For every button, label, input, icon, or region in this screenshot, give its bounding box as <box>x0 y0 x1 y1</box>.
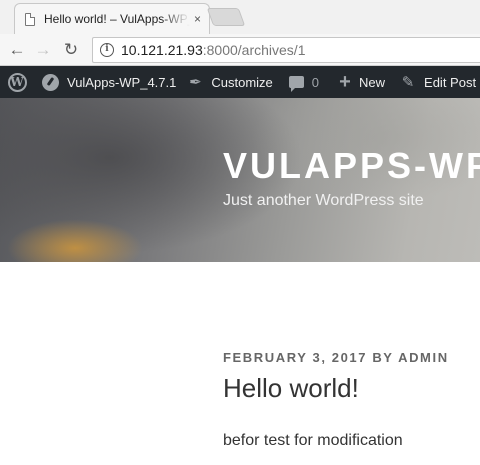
back-arrow-icon[interactable]: ← <box>7 40 27 60</box>
site-title[interactable]: VULAPPS-WP_4.7.1 <box>223 146 480 186</box>
close-tab-icon[interactable]: × <box>194 12 201 26</box>
page-icon <box>25 12 35 26</box>
post-by: BY <box>372 350 394 365</box>
new-label: New <box>359 74 386 90</box>
post-content: befor test for modification <box>223 432 403 449</box>
site-header: VULAPPS-WP_4.7.1 Just another WordPress … <box>0 98 480 262</box>
site-name-label: VulApps-WP_4.7.1 <box>67 74 177 90</box>
wordpress-logo-icon: W <box>7 72 27 92</box>
site-tagline: Just another WordPress site <box>223 192 424 209</box>
post-date[interactable]: FEBRUARY 3, 2017 <box>223 350 367 365</box>
dashboard-icon <box>42 73 59 91</box>
edit-post-label: Edit Post <box>424 74 477 90</box>
plus-icon: + <box>339 70 351 93</box>
url-text[interactable]: 10.121.21.93:8000/archives/1 <box>121 42 305 58</box>
comments-count: 0 <box>311 74 320 90</box>
new-content-menu[interactable]: + New <box>336 66 399 98</box>
url-host: 10.121.21.93 <box>121 42 203 58</box>
wp-logo-menu[interactable]: W <box>0 66 34 98</box>
comment-bubble-icon <box>288 76 304 92</box>
info-icon[interactable]: i <box>100 43 114 57</box>
tab-title: Hello world! – VulApps-WP_4.7.1 <box>44 12 190 26</box>
browser-tab[interactable]: Hello world! – VulApps-WP_4.7.1 × <box>14 3 210 34</box>
customize-label: Customize <box>211 74 273 90</box>
customize-link[interactable]: ✒ Customize <box>186 66 288 98</box>
post-author[interactable]: ADMIN <box>398 350 449 365</box>
post-title: Hello world! <box>223 373 359 403</box>
wp-admin-bar: W VulApps-WP_4.7.1 ✒ Customize 0 + New ✎… <box>0 66 480 98</box>
browser-tab-strip: Hello world! – VulApps-WP_4.7.1 × <box>0 0 480 34</box>
forward-arrow-icon[interactable]: → <box>33 40 53 60</box>
url-path: :8000/archives/1 <box>202 42 306 58</box>
site-name-menu[interactable]: VulApps-WP_4.7.1 <box>34 66 186 98</box>
post-meta: FEBRUARY 3, 2017 BY ADMIN <box>223 350 449 365</box>
paintbrush-icon: ✒ <box>189 74 202 91</box>
address-bar[interactable]: i 10.121.21.93:8000/archives/1 <box>92 37 480 63</box>
edit-post-link[interactable]: ✎ Edit Post <box>399 66 476 98</box>
comments-link[interactable]: 0 <box>288 66 336 98</box>
pencil-icon: ✎ <box>401 74 415 91</box>
browser-toolbar: ← → ↻ i 10.121.21.93:8000/archives/1 <box>0 34 480 66</box>
reload-icon[interactable]: ↻ <box>61 40 81 60</box>
new-tab-button[interactable] <box>206 8 246 26</box>
